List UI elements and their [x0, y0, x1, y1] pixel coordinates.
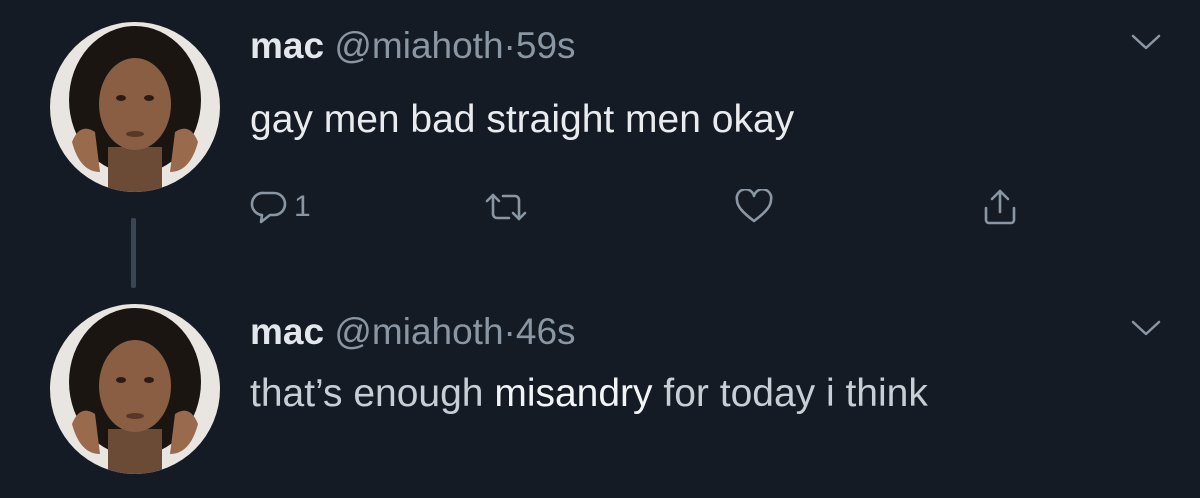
thread-connector: [131, 218, 136, 288]
reply-button[interactable]: 1: [250, 182, 311, 232]
reply-count: 1: [294, 190, 311, 223]
retweet-icon: [485, 193, 527, 221]
chevron-down-icon: [1131, 320, 1161, 336]
chevron-down-icon: [1131, 34, 1161, 50]
user-handle[interactable]: @miahoth: [334, 25, 503, 66]
avatar-image: [50, 22, 220, 192]
tweet-text-part: that’s enough: [250, 372, 495, 415]
avatar[interactable]: [50, 22, 220, 192]
timestamp[interactable]: 46s: [516, 311, 576, 352]
tweet[interactable]: mac @miahoth·46s that’s enough misandry …: [0, 280, 1200, 498]
tweet-actions: 1: [250, 182, 1050, 232]
display-name[interactable]: mac: [250, 311, 324, 352]
reply-icon: [250, 191, 287, 224]
tweet-text: that’s enough misandry for today i think: [250, 362, 1070, 426]
tweet-text-emphasis: misandry: [494, 372, 653, 415]
separator: ·: [503, 311, 516, 352]
timestamp[interactable]: 59s: [516, 25, 576, 66]
tweet-text-part: for today i think: [652, 372, 928, 415]
display-name[interactable]: mac: [250, 25, 324, 66]
like-button[interactable]: [734, 182, 774, 232]
tweet-menu-button[interactable]: [1130, 318, 1162, 338]
avatar-image: [50, 304, 220, 474]
tweet-text: gay men bad straight men okay: [250, 98, 795, 141]
share-icon: [984, 189, 1016, 225]
tweet[interactable]: mac @miahoth·59s gay men bad straight me…: [0, 0, 1200, 280]
user-handle[interactable]: @miahoth: [334, 311, 503, 352]
tweet-menu-button[interactable]: [1130, 32, 1162, 52]
share-button[interactable]: [980, 182, 1020, 232]
avatar[interactable]: [50, 304, 220, 474]
heart-icon: [735, 189, 773, 223]
retweet-button[interactable]: [484, 182, 528, 232]
separator: ·: [503, 25, 516, 66]
tweet-header: mac @miahoth·46s: [250, 310, 576, 354]
tweet-header: mac @miahoth·59s: [250, 24, 576, 68]
